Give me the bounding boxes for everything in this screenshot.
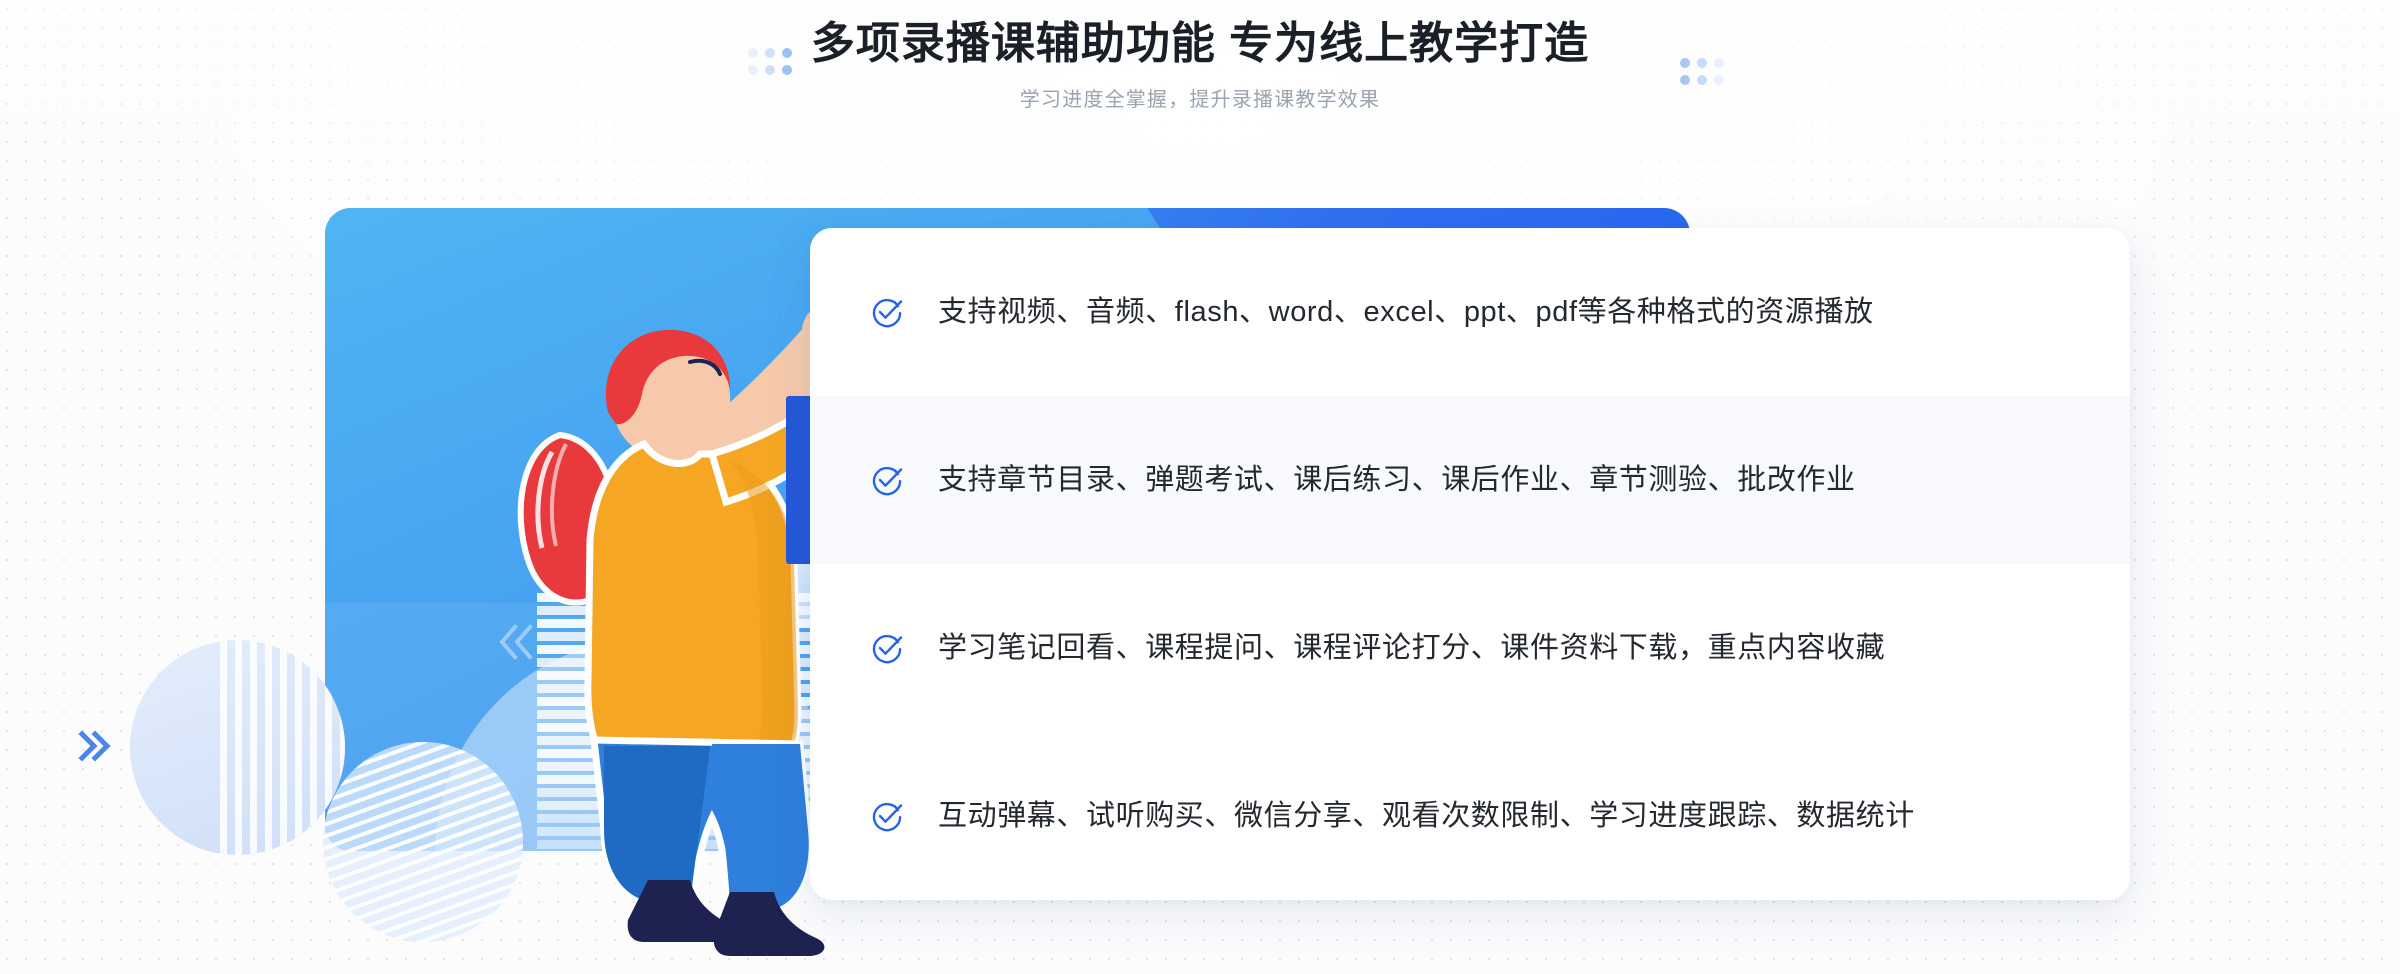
feature-list-card: 支持视频、音频、flash、word、excel、ppt、pdf等各种格式的资源… [810, 228, 2130, 900]
page-header: 多项录播课辅助功能 专为线上教学打造 学习进度全掌握，提升录播课教学效果 [0, 14, 2400, 114]
feature-text: 学习笔记回看、课程提问、课程评论打分、课件资料下载，重点内容收藏 [938, 632, 1886, 664]
dot [765, 48, 775, 58]
check-circle-icon [872, 466, 903, 496]
shoe-right [713, 892, 825, 956]
check-circle-icon [872, 298, 903, 328]
page-stage: 多项录播课辅助功能 专为线上教学打造 学习进度全掌握，提升录播课教学效果 支持视… [0, 0, 2400, 974]
dot [782, 65, 792, 75]
dot [1697, 75, 1707, 85]
feature-row-chapters-exams[interactable]: 支持章节目录、弹题考试、课后练习、课后作业、章节测验、批改作业 [810, 396, 2130, 564]
active-row-accent-bar [786, 396, 812, 564]
page-title: 多项录播课辅助功能 专为线上教学打造 [810, 19, 1590, 68]
dot [1680, 58, 1690, 68]
dot [748, 48, 758, 58]
dot [1680, 75, 1690, 85]
page-subtitle: 学习进度全掌握，提升录播课教学效果 [1019, 89, 1381, 111]
dot-grid-right-icon [1680, 58, 1724, 85]
check-circle-icon [872, 634, 903, 664]
double-chevron-right-icon [78, 730, 111, 762]
dot-grid-left-icon [748, 48, 792, 75]
dot [1697, 58, 1707, 68]
dot [765, 65, 775, 75]
dot [782, 48, 792, 58]
feature-text: 支持视频、音频、flash、word、excel、ppt、pdf等各种格式的资源… [938, 296, 1874, 328]
dot [1714, 75, 1724, 85]
hatched-circle-decor [323, 742, 523, 942]
dot [1714, 58, 1724, 68]
check-circle-icon [872, 802, 903, 832]
feature-text: 互动弹幕、试听购买、微信分享、观看次数限制、学习进度跟踪、数据统计 [938, 800, 1915, 832]
feature-text: 支持章节目录、弹题考试、课后练习、课后作业、章节测验、批改作业 [938, 464, 1856, 496]
feature-row-interaction-stats[interactable]: 互动弹幕、试听购买、微信分享、观看次数限制、学习进度跟踪、数据统计 [810, 732, 2130, 900]
feature-row-notes-review[interactable]: 学习笔记回看、课程提问、课程评论打分、课件资料下载，重点内容收藏 [810, 564, 2130, 732]
feature-row-playback-formats[interactable]: 支持视频、音频、flash、word、excel、ppt、pdf等各种格式的资源… [810, 228, 2130, 396]
dot [748, 65, 758, 75]
